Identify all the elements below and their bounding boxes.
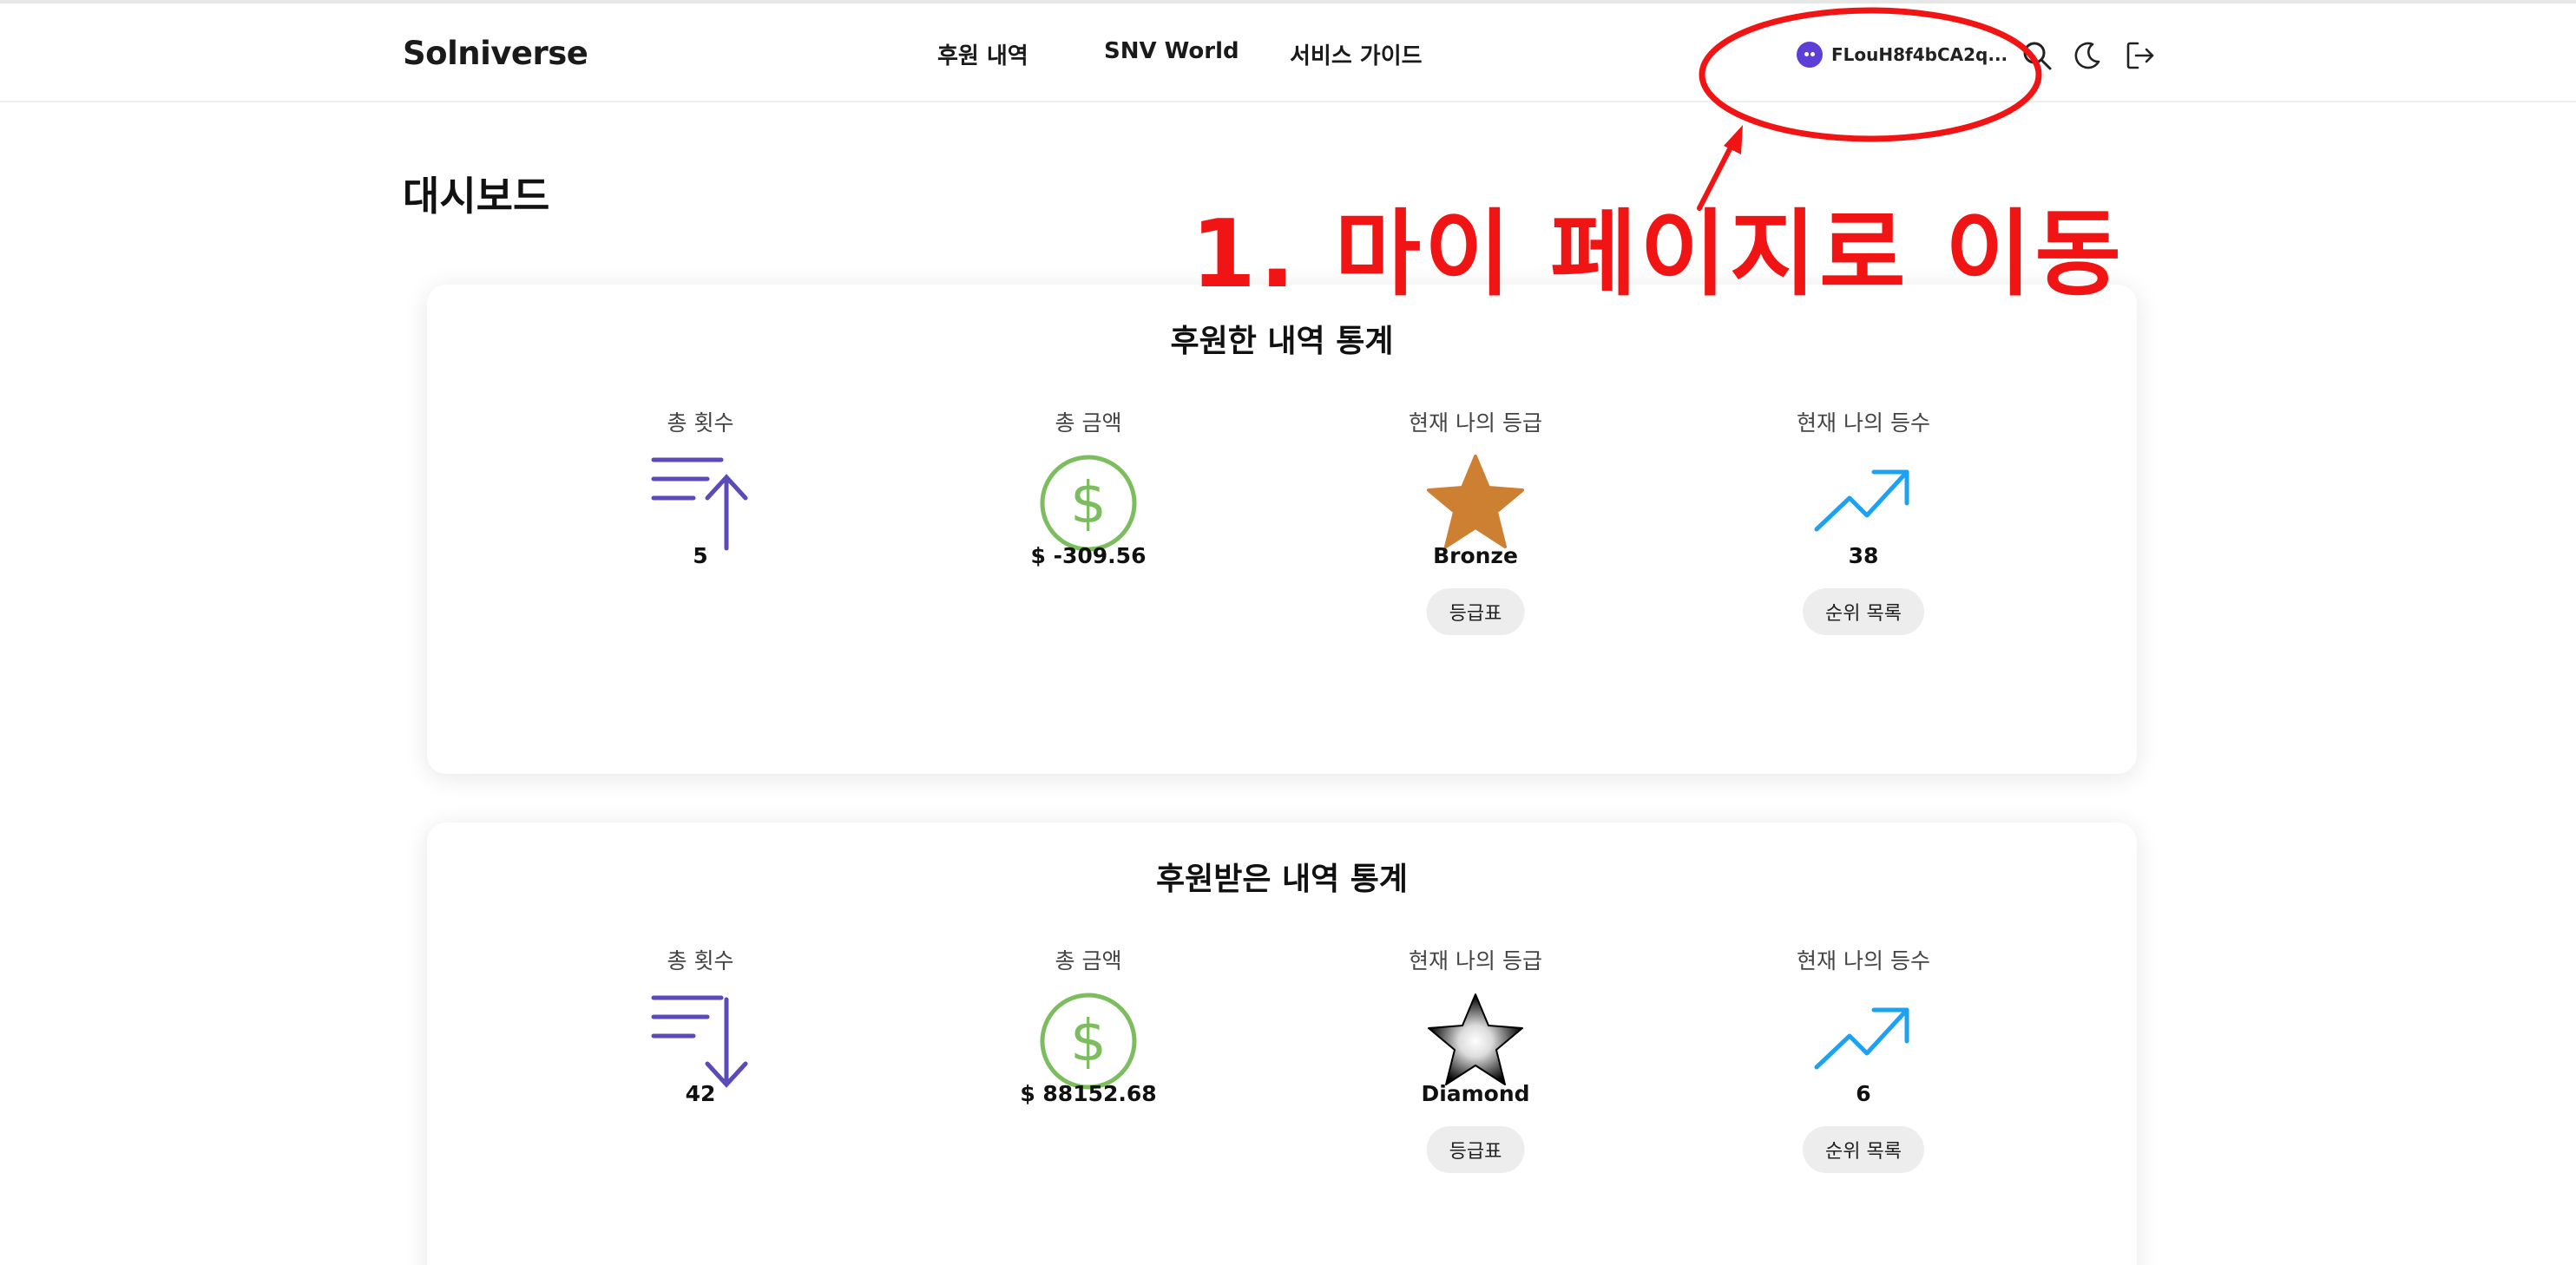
stat-label: 현재 나의 등수 [1797,948,1930,973]
site-logo[interactable]: Solniverse [403,35,588,72]
dollar-icon: $ [1040,455,1137,552]
rank-list-button[interactable]: 순위 목록 [1803,588,1924,635]
stat-label: 총 횟수 [667,410,734,436]
stat-label: 총 금액 [1055,948,1122,973]
stat-value: Bronze [1433,543,1518,568]
stat-value: 38 [1848,543,1879,568]
stat-label: 현재 나의 등수 [1797,410,1930,436]
nav-donation-history[interactable]: 후원 내역 [937,38,1028,70]
stat-label: 현재 나의 등급 [1409,410,1542,436]
stat-value: 5 [693,543,708,568]
top-navigation-bar: Solniverse 후원 내역 SNV World 서비스 가이드 FLouH… [0,3,2576,102]
page-title: 대시보드 [403,173,550,220]
nav-service-guide[interactable]: 서비스 가이드 [1290,38,1423,70]
nav-snv-world[interactable]: SNV World [1104,38,1239,64]
stat-value: Diamond [1421,1081,1530,1106]
sort-descending-icon [651,995,748,1088]
sponsored-stats-title: 후원한 내역 통계 [1170,324,1394,359]
dollar-icon: $ [1040,993,1137,1090]
sponsored-stats-card: 후원한 내역 통계 총 횟수 5 총 금액 $ $ -309.56 현재 나의 … [427,285,2137,774]
sort-ascending-icon [651,457,748,551]
logout-icon[interactable] [2123,38,2158,73]
stat-value: 6 [1856,1081,1871,1106]
grade-table-button[interactable]: 등급표 [1426,1126,1525,1173]
stat-value: $ 88152.68 [1020,1081,1157,1106]
annotation-instruction: 1. 마이 페이지로 이동 [1191,200,2125,309]
stat-label: 현재 나의 등급 [1409,948,1542,973]
trending-up-icon [1814,1007,1909,1070]
trending-up-icon [1814,469,1909,532]
diamond-star-icon [1428,993,1523,1085]
svg-text:$: $ [1070,1007,1107,1074]
svg-text:$: $ [1070,469,1107,536]
grade-table-button[interactable]: 등급표 [1426,588,1525,635]
stat-label: 총 금액 [1055,410,1122,436]
received-stats-card: 후원받은 내역 통계 총 횟수 42 총 금액 $ $ 88152.68 현재 … [427,823,2137,1265]
stat-value: $ -309.56 [1030,543,1147,568]
stat-label: 총 횟수 [667,948,734,973]
received-stats-title: 후원받은 내역 통계 [1155,862,1409,897]
stat-value: 42 [685,1081,716,1106]
moon-icon[interactable] [2070,38,2105,73]
bronze-star-icon [1427,455,1524,548]
rank-list-button[interactable]: 순위 목록 [1803,1126,1924,1173]
